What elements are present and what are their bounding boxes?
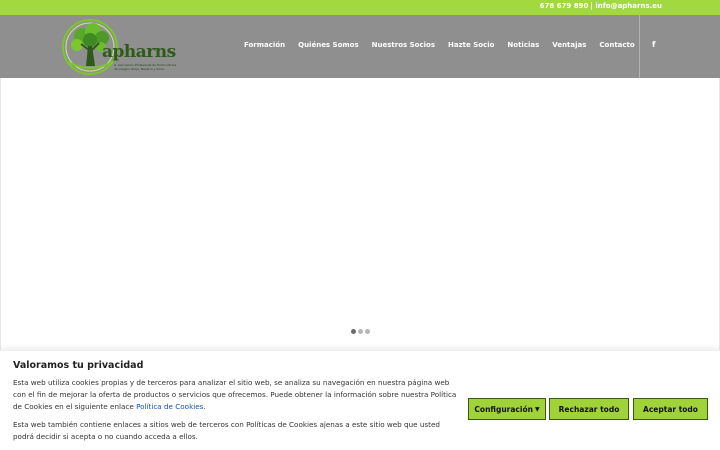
logo-brand: apharns	[102, 42, 176, 62]
nav-item-noticias[interactable]: Noticias	[507, 41, 539, 49]
cookie-paragraph-1-end: .	[203, 402, 206, 411]
logo-tagline-line2: de Aragón, Rioja, Navarra y Soria	[114, 67, 164, 71]
top-bar: 678 679 890 info@apharns.eu	[0, 0, 720, 15]
cookie-paragraph-2: Esta web también contiene enlaces a siti…	[13, 420, 440, 441]
nav-item-hazte-socio[interactable]: Hazte Socio	[448, 41, 494, 49]
top-contact: 678 679 890 info@apharns.eu	[540, 2, 662, 10]
cookie-title: Valoramos tu privacidad	[13, 360, 144, 371]
slider-dot-2[interactable]	[358, 329, 363, 334]
facebook-icon[interactable]: f	[652, 40, 655, 49]
cookie-paragraph-1: Esta web utiliza cookies propias y de te…	[13, 377, 459, 413]
cookie-banner: Valoramos tu privacidad Esta web utiliza…	[0, 350, 720, 450]
cookie-accept-button[interactable]: Aceptar todo	[633, 398, 708, 420]
nav-item-ventajas[interactable]: Ventajas	[552, 41, 586, 49]
nav-item-nuestros-socios[interactable]: Nuestros Socios	[372, 41, 435, 49]
cookie-config-button[interactable]: Configuración ▼	[468, 398, 546, 420]
nav-item-contacto[interactable]: Contacto	[599, 41, 634, 49]
cookie-paragraph-1-text: Esta web utiliza cookies propias y de te…	[13, 378, 457, 411]
contact-separator	[591, 2, 593, 10]
main-nav: Formación Quiénes Somos Nuestros Socios …	[244, 41, 648, 49]
cookie-config-label: Configuración	[474, 404, 533, 414]
caret-down-icon: ▼	[534, 405, 540, 413]
email-link[interactable]: info@apharns.eu	[595, 2, 662, 10]
header-divider	[639, 15, 640, 78]
cookie-reject-button[interactable]: Rechazar todo	[549, 398, 629, 420]
cookie-policy-link[interactable]: Política de Cookies	[136, 402, 203, 411]
site-header: apharns A. Asociación Profesional de Hor…	[0, 15, 720, 78]
nav-item-formacion[interactable]: Formación	[244, 41, 285, 49]
slider-dot-1[interactable]	[351, 329, 356, 334]
logo-tagline: A. Asociación Profesional de Horticultor…	[114, 63, 176, 71]
slider-dot-3[interactable]	[365, 329, 370, 334]
phone-number[interactable]: 678 679 890	[540, 2, 589, 10]
slider-dots	[351, 329, 372, 334]
nav-item-quienes-somos[interactable]: Quiénes Somos	[298, 41, 359, 49]
hero-slider	[0, 78, 720, 350]
site-logo[interactable]: apharns A. Asociación Profesional de Hor…	[62, 18, 176, 76]
